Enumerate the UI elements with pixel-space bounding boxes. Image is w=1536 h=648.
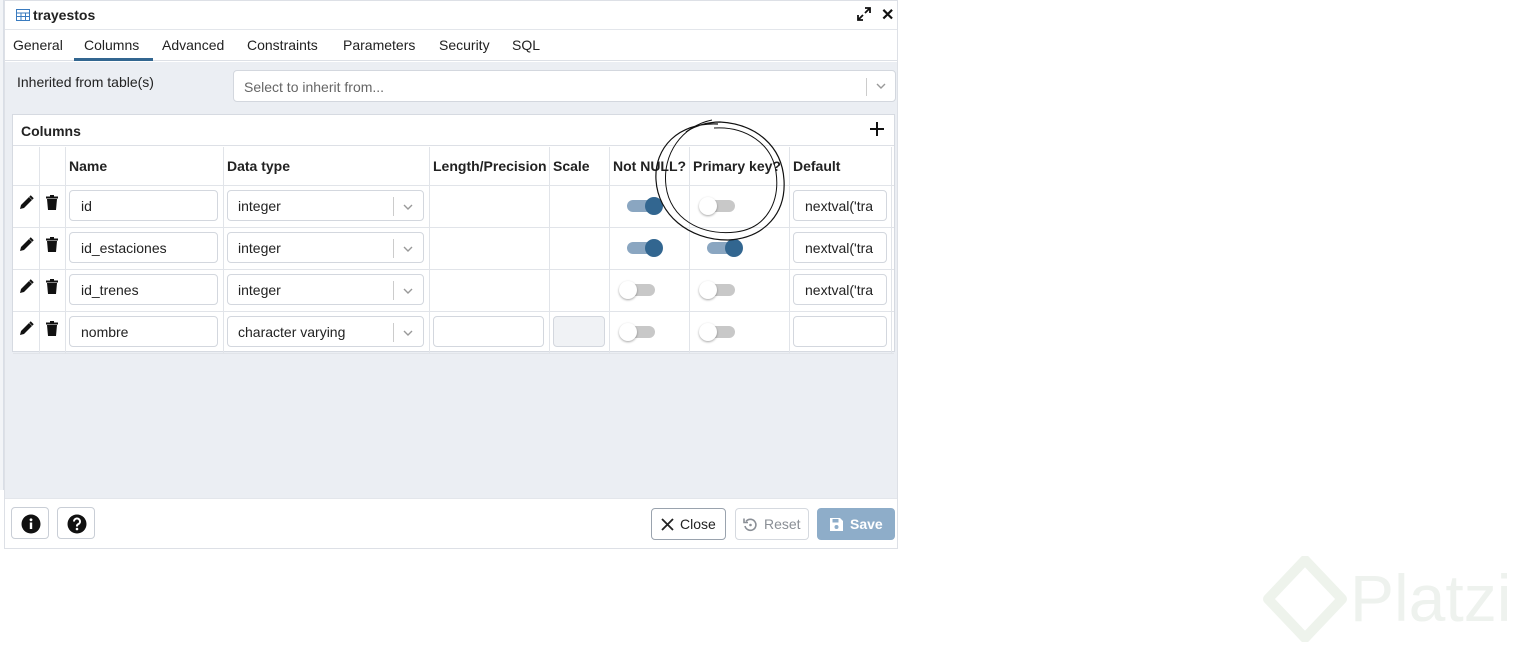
table-dialog: trayestos ✕ General Columns Advanced Con… (4, 0, 898, 549)
data-type-select[interactable]: integer (227, 232, 424, 263)
help-icon (67, 514, 87, 534)
trash-icon[interactable] (46, 195, 58, 210)
data-type-select[interactable]: integer (227, 190, 424, 221)
trash-icon[interactable] (46, 279, 58, 294)
default-value-input[interactable] (793, 316, 887, 347)
reset-button[interactable]: Reset (735, 508, 809, 540)
data-type-value: integer (238, 282, 281, 298)
not-null-toggle[interactable] (619, 281, 655, 299)
not-null-toggle[interactable] (619, 323, 655, 341)
chevron-down-icon[interactable] (402, 285, 414, 297)
dialog-titlebar: trayestos ✕ (5, 1, 897, 30)
watermark-text: Platzi (1350, 561, 1512, 635)
inherit-placeholder: Select to inherit from... (244, 79, 385, 95)
dialog-tabs: General Columns Advanced Constraints Par… (5, 31, 897, 61)
info-button[interactable] (11, 507, 49, 539)
hand-drawn-circle-annotation (655, 119, 785, 241)
column-name-input[interactable]: nombre (69, 316, 218, 347)
select-separator (393, 197, 394, 216)
info-icon (21, 514, 41, 534)
length-precision-input[interactable] (433, 316, 544, 347)
tab-security[interactable]: Security (439, 37, 490, 53)
columns-panel-title: Columns (21, 123, 81, 139)
active-tab-indicator (74, 58, 153, 61)
reset-icon (743, 518, 757, 532)
data-type-value: integer (238, 240, 281, 256)
close-icon[interactable]: ✕ (881, 5, 894, 25)
tab-columns[interactable]: Columns (84, 37, 139, 53)
data-type-value: character varying (238, 324, 346, 340)
primary-key-toggle[interactable] (699, 281, 735, 299)
table-row: nombre character varying (13, 311, 894, 353)
save-button-label: Save (850, 516, 883, 532)
default-value-input[interactable]: nextval('tra (793, 232, 887, 263)
trash-icon[interactable] (46, 237, 58, 252)
select-separator (393, 323, 394, 342)
help-button[interactable] (57, 507, 95, 539)
table-icon (16, 9, 30, 21)
platzi-logo-icon (1263, 556, 1347, 642)
chevron-down-icon[interactable] (875, 80, 887, 92)
tab-sql[interactable]: SQL (512, 37, 540, 53)
pencil-icon[interactable] (19, 237, 34, 252)
data-type-select[interactable]: character varying (227, 316, 424, 347)
data-type-value: integer (238, 198, 281, 214)
column-name-input[interactable]: id_estaciones (69, 232, 218, 263)
expand-icon[interactable] (857, 7, 871, 21)
tab-advanced[interactable]: Advanced (162, 37, 224, 53)
tab-general[interactable]: General (13, 37, 63, 53)
platzi-watermark: Platzi (1262, 556, 1536, 642)
inherit-label: Inherited from table(s) (17, 74, 154, 90)
tab-constraints[interactable]: Constraints (247, 37, 318, 53)
plus-icon[interactable] (869, 121, 885, 137)
header-data-type: Data type (227, 158, 291, 174)
header-scale: Scale (553, 158, 590, 174)
header-name: Name (69, 158, 108, 174)
select-separator (393, 239, 394, 258)
select-separator (393, 281, 394, 300)
default-value-input[interactable]: nextval('tra (793, 274, 887, 305)
dialog-title: trayestos (33, 7, 96, 23)
scale-input (553, 316, 605, 347)
close-button[interactable]: Close (651, 508, 726, 540)
chevron-down-icon[interactable] (402, 327, 414, 339)
header-length-precision: Length/Precision (433, 158, 547, 174)
chevron-down-icon[interactable] (402, 201, 414, 213)
inherit-select[interactable]: Select to inherit from... (233, 70, 896, 102)
close-button-label: Close (680, 516, 716, 532)
save-button[interactable]: Save (817, 508, 895, 540)
header-default: Default (793, 158, 841, 174)
chevron-down-icon[interactable] (402, 243, 414, 255)
column-name-input[interactable]: id_trenes (69, 274, 218, 305)
pencil-icon[interactable] (19, 195, 34, 210)
grid-row-divider (13, 353, 894, 354)
data-type-select[interactable]: integer (227, 274, 424, 305)
floppy-icon (830, 518, 843, 531)
primary-key-toggle[interactable] (699, 323, 735, 341)
pencil-icon[interactable] (19, 279, 34, 294)
pencil-icon[interactable] (19, 321, 34, 336)
select-separator (866, 78, 867, 96)
tab-parameters[interactable]: Parameters (343, 37, 415, 53)
table-row: id_trenes integer nextval('tra (13, 269, 894, 311)
close-icon (661, 518, 674, 531)
reset-button-label: Reset (764, 516, 801, 532)
column-name-input[interactable]: id (69, 190, 218, 221)
dialog-footer: Close Reset Save (5, 498, 897, 548)
trash-icon[interactable] (46, 321, 58, 336)
default-value-input[interactable]: nextval('tra (793, 190, 887, 221)
